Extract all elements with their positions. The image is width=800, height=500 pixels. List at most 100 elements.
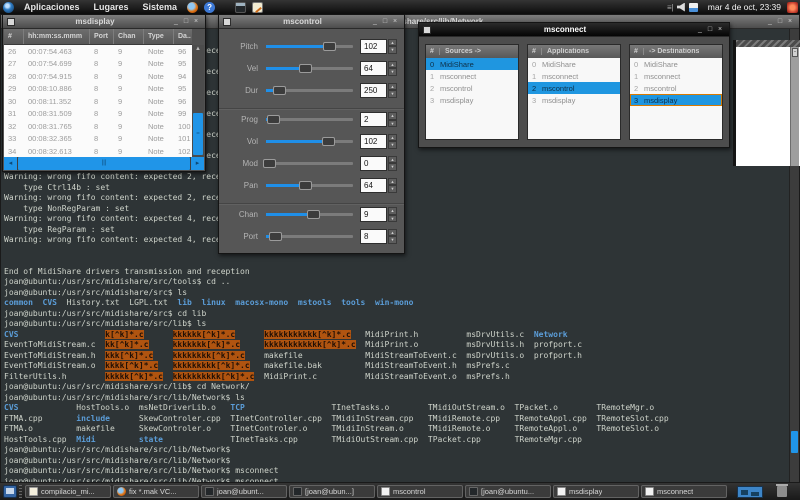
horizontal-scroll-thumb[interactable]: ||| bbox=[18, 157, 190, 170]
taskbar-button[interactable]: msdisplay bbox=[553, 485, 639, 498]
vertical-scroll-thumb[interactable]: = bbox=[193, 113, 203, 155]
spin-up-icon[interactable]: ▲ bbox=[388, 156, 397, 164]
taskbar-button[interactable]: joan@ubunt... bbox=[201, 485, 287, 498]
msconnect-window[interactable]: msconnect _ □ × # Sources -> 0 MidiShare bbox=[418, 22, 730, 148]
spin-up-icon[interactable]: ▲ bbox=[388, 207, 397, 215]
show-desktop-icon[interactable] bbox=[3, 485, 17, 498]
spin-down-icon[interactable]: ▼ bbox=[388, 236, 397, 244]
spin-down-icon[interactable]: ▼ bbox=[388, 185, 397, 193]
spin-up-icon[interactable]: ▲ bbox=[388, 61, 397, 69]
slider-track[interactable] bbox=[266, 162, 353, 165]
value-spinbox[interactable]: 64 bbox=[360, 178, 387, 193]
window-menu-icon[interactable] bbox=[7, 18, 15, 26]
table-row[interactable]: 32 00:08:31.765 8 9 Note 100 bbox=[4, 120, 192, 133]
list-item[interactable]: 2 mscontrol bbox=[426, 82, 518, 94]
input-method-icon[interactable] bbox=[689, 3, 698, 12]
spin-up-icon[interactable]: ▲ bbox=[388, 112, 397, 120]
list-item[interactable]: 2 mscontrol bbox=[528, 82, 620, 94]
list-item[interactable]: 3 msdisplay bbox=[630, 94, 722, 106]
minimize-icon[interactable]: _ bbox=[171, 16, 181, 28]
scroll-left-icon[interactable]: ◂ bbox=[4, 157, 17, 170]
table-row[interactable]: 28 00:07:54.915 8 9 Note 94 bbox=[4, 70, 192, 83]
column-header[interactable]: # bbox=[4, 29, 24, 44]
slider-handle[interactable] bbox=[267, 115, 280, 124]
spin-down-icon[interactable]: ▼ bbox=[388, 46, 397, 54]
taskbar-button[interactable]: msconnect bbox=[641, 485, 727, 498]
spin-down-icon[interactable]: ▼ bbox=[388, 163, 397, 171]
spin-down-icon[interactable]: ▼ bbox=[388, 215, 397, 223]
help-icon[interactable]: ? bbox=[204, 2, 215, 13]
taskbar-button[interactable]: fix *.mak VC... bbox=[113, 485, 199, 498]
value-spinbox[interactable]: 8 bbox=[360, 229, 387, 244]
mscontrol-window[interactable]: mscontrol _ □ × Pitch 102 ▲ ▼ bbox=[218, 14, 405, 254]
table-row[interactable]: 26 00:07:54.463 8 9 Note 96 bbox=[4, 45, 192, 58]
msconnect-titlebar[interactable]: msconnect _ □ × bbox=[419, 23, 729, 37]
slider[interactable] bbox=[266, 85, 353, 96]
minimize-icon[interactable]: _ bbox=[370, 16, 380, 28]
slider[interactable] bbox=[266, 114, 353, 125]
scroll-up-icon[interactable]: ▲ bbox=[192, 45, 204, 53]
tray-list-icon[interactable]: ≡| bbox=[667, 3, 674, 12]
column-header[interactable]: Da.. bbox=[174, 29, 192, 44]
msdisplay-vertical-scrollbar[interactable]: ▲ = bbox=[192, 45, 204, 158]
terminal-launcher-icon[interactable] bbox=[235, 2, 246, 13]
destinations-list[interactable]: 0 MidiShare 1 msconnect 2 mscontrol bbox=[630, 58, 722, 139]
close-icon[interactable]: × bbox=[191, 16, 201, 28]
partial-scroll-button[interactable]: - bbox=[792, 48, 798, 57]
panel-grip[interactable] bbox=[19, 485, 22, 498]
column-header[interactable]: Chan bbox=[114, 29, 144, 44]
sources-list[interactable]: 0 MidiShare 1 msconnect 2 mscontrol bbox=[426, 58, 518, 139]
table-row[interactable]: 33 00:08:32.365 8 9 Note 101 bbox=[4, 133, 192, 146]
close-icon[interactable]: × bbox=[715, 24, 725, 36]
slider[interactable] bbox=[266, 41, 353, 52]
slider[interactable] bbox=[266, 158, 353, 169]
close-icon[interactable]: × bbox=[785, 16, 795, 28]
slider-handle[interactable] bbox=[299, 181, 312, 190]
maximize-icon[interactable]: □ bbox=[380, 16, 390, 28]
spin-down-icon[interactable]: ▼ bbox=[388, 141, 397, 149]
minimize-icon[interactable]: _ bbox=[695, 24, 705, 36]
slider-handle[interactable] bbox=[323, 42, 336, 51]
scroll-right-icon[interactable]: ▸ bbox=[191, 157, 204, 170]
volume-icon[interactable] bbox=[677, 3, 686, 12]
spin-up-icon[interactable]: ▲ bbox=[388, 229, 397, 237]
taskbar-button[interactable]: compilacio_mi... bbox=[25, 485, 111, 498]
table-row[interactable]: 30 00:08:11.352 8 9 Note 96 bbox=[4, 95, 192, 108]
maximize-icon[interactable]: □ bbox=[705, 24, 715, 36]
slider-handle[interactable] bbox=[269, 232, 282, 241]
slider-handle[interactable] bbox=[299, 64, 312, 73]
spin-down-icon[interactable]: ▼ bbox=[388, 90, 397, 98]
notes-launcher-icon[interactable] bbox=[252, 2, 263, 13]
table-row[interactable]: 27 00:07:54.699 8 9 Note 95 bbox=[4, 58, 192, 71]
spin-up-icon[interactable]: ▲ bbox=[388, 39, 397, 47]
mscontrol-titlebar[interactable]: mscontrol _ □ × bbox=[219, 15, 404, 29]
value-spinbox[interactable]: 2 bbox=[360, 112, 387, 127]
slider-handle[interactable] bbox=[263, 159, 276, 168]
distro-menu-icon[interactable] bbox=[3, 2, 14, 13]
logout-icon[interactable] bbox=[787, 2, 798, 13]
value-spinbox[interactable]: 102 bbox=[360, 134, 387, 149]
list-item[interactable]: 0 MidiShare bbox=[426, 58, 518, 70]
list-item[interactable]: 1 msconnect bbox=[630, 70, 722, 82]
value-spinbox[interactable]: 102 bbox=[360, 39, 387, 54]
msdisplay-window[interactable]: msdisplay _ □ × # hh:mm:ss.mmm Port Chan… bbox=[2, 14, 206, 172]
list-item[interactable]: 1 msconnect bbox=[426, 70, 518, 82]
list-item[interactable]: 3 msdisplay bbox=[426, 94, 518, 106]
spin-down-icon[interactable]: ▼ bbox=[388, 120, 397, 128]
list-item[interactable]: 0 MidiShare bbox=[528, 58, 620, 70]
window-menu-icon[interactable] bbox=[423, 26, 431, 34]
slider[interactable] bbox=[266, 231, 353, 242]
slider[interactable] bbox=[266, 63, 353, 74]
column-header[interactable]: Type bbox=[144, 29, 174, 44]
slider-handle[interactable] bbox=[307, 210, 320, 219]
window-menu-icon[interactable] bbox=[223, 18, 231, 26]
spin-up-icon[interactable]: ▲ bbox=[388, 83, 397, 91]
maximize-icon[interactable]: □ bbox=[775, 16, 785, 28]
close-icon[interactable]: × bbox=[390, 16, 400, 28]
value-spinbox[interactable]: 250 bbox=[360, 83, 387, 98]
list-item[interactable]: 3 msdisplay bbox=[528, 94, 620, 106]
taskbar-button[interactable]: [joan@ubun...] bbox=[289, 485, 375, 498]
value-spinbox[interactable]: 0 bbox=[360, 156, 387, 171]
slider[interactable] bbox=[266, 209, 353, 220]
msdisplay-event-list[interactable]: 26 00:07:54.463 8 9 Note 96 27 00:07:54.… bbox=[4, 45, 192, 158]
